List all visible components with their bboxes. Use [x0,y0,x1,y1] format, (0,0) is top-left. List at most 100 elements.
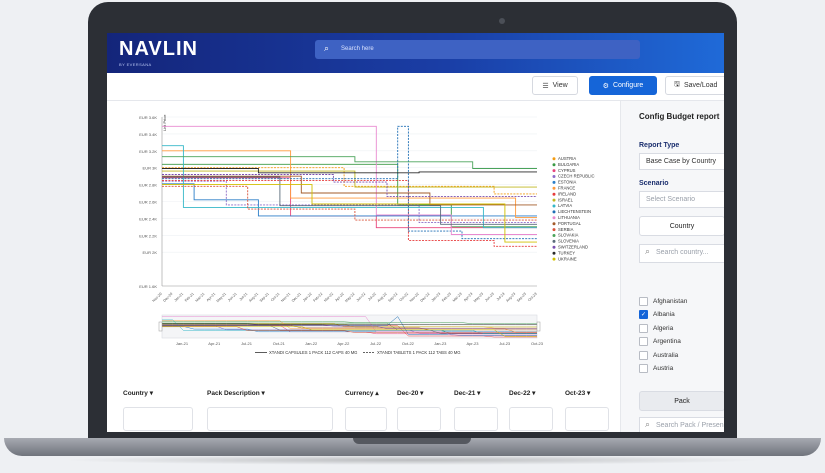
column-dec-22[interactable]: Dec-22 ▾ [509,389,535,397]
legend-label: LITHUANIA [558,215,580,220]
config-title: Config Budget report [639,112,720,121]
checkbox-icon[interactable] [639,337,648,347]
country-search-input[interactable]: Search country... [639,244,724,263]
series-line [162,185,537,221]
column-country[interactable]: Country ▾ [123,389,153,397]
report-type-select[interactable]: Base Case by Country [639,153,724,170]
legend-label: CYPRUS [558,168,576,173]
x-tick-label: Oct-23 [527,292,537,302]
top-bar: NAVLIN BY EVERSANA ⌕ Search here [107,33,724,73]
legend-label: ISRAEL [558,197,574,202]
country-option-label: Australia [653,351,679,359]
table-header: Country ▾ Pack Description ▾ Currency ▴ … [107,383,620,403]
y-tick-label: EUR 3.4K [139,132,157,137]
pack-search-input[interactable]: Search Pack / Presen [639,417,724,432]
pack-button[interactable]: Pack [639,391,724,411]
column-pack-description[interactable]: Pack Description ▾ [207,389,265,397]
legend-label: IRELAND [558,191,576,196]
table-cell [207,407,333,431]
country-option[interactable]: Australia [639,350,679,360]
view-label: View [552,82,568,89]
country-option[interactable]: Algeria [639,323,674,333]
save-load-button[interactable]: 🖫 Save/Load [665,76,724,95]
legend-label: LATVIA [558,203,572,208]
navigator-tick-label: Apr-23 [466,341,479,346]
legend-label: SERBIA [558,227,574,232]
x-tick-label: Nov-22 [409,292,420,303]
column-oct23-label: Oct-23 [565,390,586,397]
country-option-label: Austria [653,365,674,372]
column-dec-21[interactable]: Dec-21 ▾ [454,389,480,397]
x-tick-label: Jun-23 [484,292,495,303]
legend-marker [552,228,556,232]
series-line [162,168,537,174]
column-oct-23[interactable]: Oct-23 ▾ [565,389,590,397]
column-currency[interactable]: Currency ▴ [345,389,379,397]
y-tick-label: EUR 3.6K [139,115,157,120]
x-tick-label: Jan-22 [302,292,313,303]
save-load-label: Save/Load [683,82,718,89]
navigator-tick-label: Oct-21 [273,341,286,346]
series-line [162,179,537,247]
y-tick-label: EUR 2.2K [139,233,157,238]
navigator-tick-label: Apr-22 [337,341,350,346]
country-option[interactable]: Austria [639,364,673,373]
legend-label: AUSTRIA [558,156,576,161]
checkbox-checked-icon[interactable]: ✓ [639,310,648,320]
x-tick-label: Oct-21 [270,292,280,302]
series-line [162,125,537,240]
x-tick-label: Oct-22 [399,292,409,302]
x-tick-label: Feb-22 [313,292,324,303]
column-dec-20[interactable]: Dec-20 ▾ [397,389,423,397]
legend-marker [552,204,556,208]
y-tick-label: EUR 3.2K [139,149,157,154]
table-cell [509,407,553,431]
app-logo[interactable]: NAVLIN [119,38,198,61]
legend-label: SLOVAKIA [558,233,579,238]
navigator-tick-label: Jan-23 [434,341,447,346]
table-cell [454,407,498,431]
series-line [162,183,537,217]
series-line [162,156,537,169]
country-option[interactable]: Afghanistan [639,297,687,306]
checkbox-icon[interactable] [639,350,648,360]
legend-marker [552,245,556,249]
x-tick-label: Dec-22 [420,292,431,303]
country-option[interactable]: Argentina [639,337,681,347]
x-tick-label: Jun-22 [356,292,367,303]
x-tick-label: Feb-23 [441,292,452,303]
x-tick-label: Mar-22 [323,292,334,303]
navigator-tick-label: Jan-21 [176,341,189,346]
price-chart-svg: EUR 1.6K EUR 2K EUR 2.2K EUR 2.4K EUR 2.6K EU… [139,114,594,355]
view-button[interactable]: ☰ View [532,76,578,95]
checkbox-icon[interactable] [639,364,648,373]
navigator-tick-label: Jul-21 [241,341,253,346]
country-option-label: Algeria [653,324,674,332]
configure-button[interactable]: ⚙ Configure [589,76,657,95]
column-currency-label: Currency [345,390,374,397]
checkbox-icon[interactable] [639,297,648,306]
navigator-tick-label: Jan-22 [305,341,318,346]
legend-marker [552,222,556,226]
x-tick-label: Aug-23 [505,292,516,303]
camera-icon [499,18,505,24]
legend-marker [552,198,556,202]
column-dec22-label: Dec-22 [509,390,531,397]
x-tick-label: May-22 [344,292,355,303]
y-tick-label: EUR 2.4K [139,216,157,221]
legend-label: ESTONIA [558,180,577,185]
x-tick-label: Sep-22 [387,292,398,303]
legend-marker [552,163,556,167]
navigator-handle-right [536,321,541,332]
search-input[interactable]: ⌕ Search here [315,40,640,59]
country-button[interactable]: Country [639,216,724,236]
table-cell [565,407,609,431]
country-option[interactable]: ✓ Albania [639,310,675,320]
legend-marker [552,210,556,214]
checkbox-icon[interactable] [639,323,648,333]
save-icon: 🖫 [674,81,680,88]
pack-legend-label: XTANDI CAPSULES 1 PACK 112 CAPS 40 MG [269,350,357,355]
legend-marker [552,186,556,190]
legend-marker [552,216,556,220]
scenario-select[interactable]: Select Scenario [639,191,724,208]
